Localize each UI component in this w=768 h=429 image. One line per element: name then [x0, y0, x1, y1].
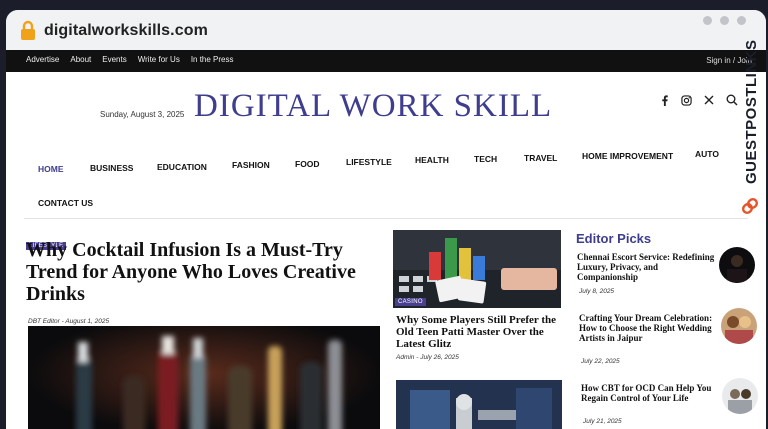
author-name[interactable]: DBT Editor	[28, 318, 60, 325]
url-text[interactable]: digitalworkskills.com	[44, 22, 208, 40]
pick-image	[727, 255, 747, 283]
browser-window: digitalworkskills.com Advertise About Ev…	[6, 10, 766, 429]
x-icon[interactable]	[704, 95, 714, 105]
nav-auto[interactable]: AUTO	[695, 149, 719, 159]
pick-date: July 8, 2025	[579, 288, 615, 295]
pick-date: July 22, 2025	[581, 358, 620, 365]
window-dot[interactable]	[720, 16, 729, 25]
window-dot[interactable]	[737, 16, 746, 25]
watermark-text: GUESTPOSTLINKS	[743, 39, 760, 184]
nav-travel[interactable]: TRAVEL	[524, 153, 557, 163]
second-article-image[interactable]	[396, 380, 562, 429]
top-link-events[interactable]: Events	[102, 55, 126, 64]
site-logo[interactable]: DIGITAL WORK SKILL	[194, 88, 552, 125]
watermark: GUESTPOSTLINKS	[741, 39, 760, 215]
window-controls	[703, 16, 746, 25]
pick-thumbnail[interactable]	[719, 247, 755, 283]
nav-divider	[24, 218, 748, 219]
top-bar: Advertise About Events Write for Us In t…	[6, 50, 766, 72]
nav-health[interactable]: HEALTH	[415, 155, 449, 165]
pick-title[interactable]: Chennai Escort Service: Redefining Luxur…	[577, 252, 717, 282]
bottles-image	[28, 326, 380, 429]
nav-business[interactable]: BUSINESS	[90, 163, 133, 173]
web-page: Advertise About Events Write for Us In t…	[6, 50, 766, 429]
social-icons	[661, 94, 738, 106]
header-date: Sunday, August 3, 2025	[100, 110, 185, 119]
pick-image	[728, 389, 752, 414]
casino-image	[393, 230, 561, 308]
top-nav: Advertise About Events Write for Us In t…	[26, 55, 234, 64]
nav-fashion[interactable]: FASHION	[232, 160, 270, 170]
nav-home[interactable]: HOME	[38, 164, 64, 174]
nav-food[interactable]: FOOD	[295, 159, 320, 169]
pick-date: July 21, 2025	[583, 418, 622, 425]
top-link-advertise[interactable]: Advertise	[26, 55, 59, 64]
pick-thumbnail[interactable]	[721, 308, 757, 344]
nav-lifestyle[interactable]: LIFESTYLE	[346, 157, 392, 167]
author-name[interactable]: Admin	[396, 354, 414, 361]
link-icon	[741, 197, 759, 215]
middle-article-title[interactable]: Why Some Players Still Prefer the Old Te…	[396, 314, 564, 350]
editor-picks-heading: Editor Picks	[576, 231, 652, 246]
category-badge[interactable]: CASINO	[395, 298, 426, 306]
main-article-image[interactable]	[28, 326, 380, 429]
nav-home-improvement[interactable]: HOME IMPROVEMENT	[582, 151, 673, 161]
top-link-in-the-press[interactable]: In the Press	[191, 55, 234, 64]
main-article-meta: DBT Editor - August 1, 2025	[28, 318, 110, 325]
pick-title[interactable]: How CBT for OCD Can Help You Regain Cont…	[581, 383, 721, 403]
instagram-icon[interactable]	[681, 94, 692, 106]
pick-thumbnail[interactable]	[722, 378, 758, 414]
top-link-about[interactable]: About	[70, 55, 91, 64]
casino-article-image[interactable]: CASINO	[393, 230, 561, 308]
pick-image	[725, 316, 753, 344]
pick-title[interactable]: Crafting Your Dream Celebration: How to …	[579, 313, 719, 343]
facebook-icon[interactable]	[661, 94, 669, 106]
middle-article-meta: Admin - July 26, 2025	[396, 354, 459, 361]
nav-tech[interactable]: TECH	[474, 154, 497, 164]
article-date: August 1, 2025	[65, 318, 110, 325]
top-link-write-for-us[interactable]: Write for Us	[138, 55, 180, 64]
main-article-title[interactable]: Why Cocktail Infusion Is a Must-Try Tren…	[26, 239, 371, 305]
lock-icon	[21, 20, 35, 40]
machinery-image	[396, 380, 562, 429]
nav-contact-us[interactable]: CONTACT US	[38, 198, 93, 208]
address-bar[interactable]: digitalworkskills.com	[6, 10, 766, 50]
nav-education[interactable]: EDUCATION	[157, 162, 207, 172]
window-dot[interactable]	[703, 16, 712, 25]
article-date: July 26, 2025	[420, 354, 459, 361]
